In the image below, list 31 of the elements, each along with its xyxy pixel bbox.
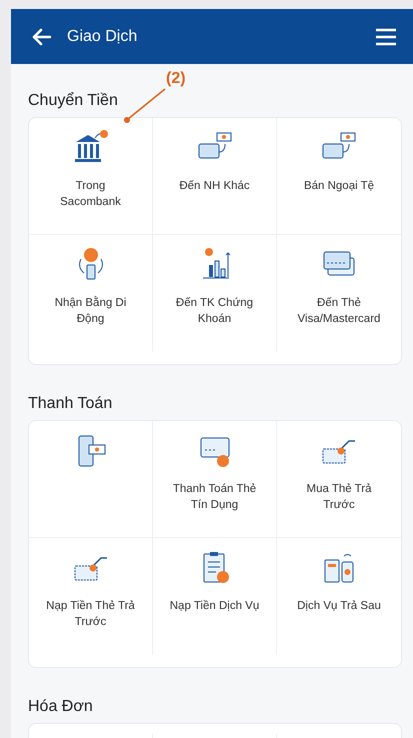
menu-tile[interactable]: Đến NH Khác <box>153 118 277 235</box>
annotation-label: (2) <box>166 70 186 88</box>
tile-label: Mua Thẻ Trả Trước <box>306 482 372 513</box>
menu-tile[interactable]: Nạp Tiền Dịch Vụ <box>153 538 277 655</box>
menu-tile[interactable]: Thanh Toán Thẻ Tín Dụng <box>153 421 277 538</box>
tile-label: Nạp Tiền Thẻ Trả Trước <box>45 599 136 630</box>
tile-label: Đến Thẻ Visa/Mastercard <box>296 296 382 327</box>
tile-label: Dịch Vụ Trả Sau <box>296 599 382 614</box>
menu-tile[interactable]: Đến Thẻ Visa/Mastercard <box>277 235 401 352</box>
header-title: Giao Dịch <box>67 28 138 46</box>
tile-label: Đến NH Khác <box>178 179 251 194</box>
menu-tile[interactable]: Dịch Vụ Trả Sau <box>277 538 401 655</box>
section-title: Chuyển Tiền <box>28 92 118 110</box>
menu-tile[interactable]: Nạp Tiền Thẻ Trả Trước <box>29 538 153 655</box>
menu-tile[interactable]: Trong Sacombank <box>29 118 153 235</box>
menu-tile[interactable]: Nhận Bằng Di Động <box>29 235 153 352</box>
menu-icon[interactable] <box>375 28 397 46</box>
tile-label: Nhận Bằng Di Động <box>54 295 128 327</box>
tile-label: Đến TK Chứng Khoán <box>174 296 254 327</box>
menu-tile[interactable]: Đến TK Chứng Khoán <box>153 235 277 352</box>
section-title: Thanh Toán <box>28 395 112 413</box>
back-arrow-icon[interactable] <box>31 28 51 46</box>
tile-label: Trong Sacombank <box>59 179 122 210</box>
tile-label: Bán Ngoại Tệ <box>302 179 376 194</box>
menu-tile[interactable]: Bán Ngoại Tệ <box>277 118 401 235</box>
section-title: Hóa Đơn <box>28 698 93 716</box>
tile-label: Thanh Toán Thẻ Tín Dụng <box>172 482 258 513</box>
tile-label: Nạp Tiền Dịch Vụ <box>168 599 260 614</box>
menu-tile[interactable] <box>29 421 153 538</box>
menu-tile[interactable]: Mua Thẻ Trả Trước <box>277 421 401 538</box>
leader-line <box>123 88 167 124</box>
